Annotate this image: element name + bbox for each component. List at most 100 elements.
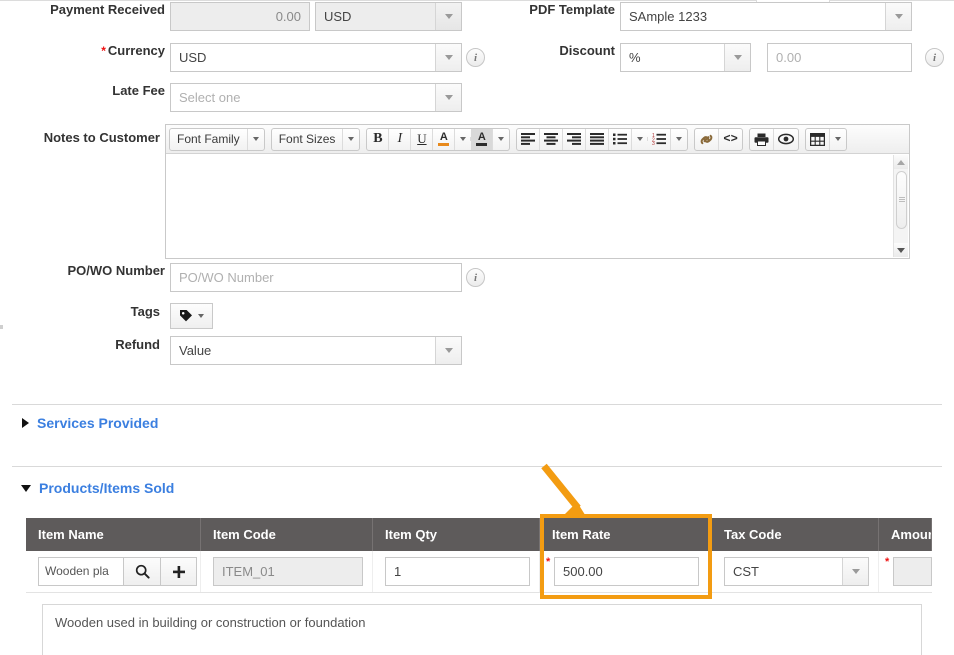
background-color-button[interactable]: A xyxy=(471,128,494,150)
section-title-products[interactable]: Products/Items Sold xyxy=(39,480,174,496)
underline-button[interactable]: U xyxy=(411,128,434,150)
text-format-group[interactable]: B I U A A xyxy=(366,127,511,151)
payment-received-label: Payment Received xyxy=(50,2,165,17)
amount-input[interactable] xyxy=(893,557,932,586)
item-description-input[interactable]: Wooden used in building or construction … xyxy=(42,604,922,655)
currency-label: Currency xyxy=(107,43,165,58)
alignment-group[interactable]: 123 xyxy=(516,127,689,151)
chevron-down-icon[interactable] xyxy=(632,137,649,141)
table-icon[interactable] xyxy=(806,128,830,150)
eye-icon[interactable] xyxy=(774,129,798,150)
align-left-icon[interactable] xyxy=(517,128,541,150)
chevron-down-icon[interactable] xyxy=(493,137,509,141)
chevron-down-icon[interactable] xyxy=(842,558,868,585)
cell-item-qty: 1 xyxy=(373,551,540,592)
divider-above-services xyxy=(12,404,942,405)
scrollbar-thumb[interactable] xyxy=(896,171,907,229)
notes-editor-scrollbar[interactable] xyxy=(893,155,908,257)
payment-received-input[interactable]: 0.00 xyxy=(170,2,310,31)
refund-value: Value xyxy=(179,343,212,358)
font-sizes-label[interactable]: Font Sizes xyxy=(272,128,344,150)
discount-label-wrap: Discount xyxy=(460,43,615,58)
align-right-icon[interactable] xyxy=(563,128,587,150)
italic-button[interactable]: I xyxy=(389,128,412,150)
section-services-provided[interactable]: Services Provided xyxy=(22,415,158,431)
refund-label: Refund xyxy=(115,337,160,352)
notes-editor-content[interactable] xyxy=(166,154,909,170)
text-color-button[interactable]: A xyxy=(433,128,456,150)
bullet-list-icon[interactable] xyxy=(609,128,633,150)
item-name-input[interactable]: Wooden pla xyxy=(38,557,123,586)
link-icon[interactable] xyxy=(695,128,720,150)
chevron-down-icon[interactable] xyxy=(671,137,687,141)
discount-amount-input[interactable] xyxy=(767,43,912,72)
insert-group[interactable]: <> xyxy=(694,127,743,151)
left-edge-marker xyxy=(0,325,3,329)
po-wo-number-input[interactable] xyxy=(170,263,462,292)
font-family-label[interactable]: Font Family xyxy=(170,128,248,150)
chevron-down-icon[interactable] xyxy=(343,137,359,141)
bold-button[interactable]: B xyxy=(367,128,390,150)
align-justify-icon[interactable] xyxy=(586,128,610,150)
chevron-down-icon[interactable] xyxy=(248,137,264,141)
table-group[interactable] xyxy=(804,127,847,151)
item-rate-input[interactable]: 500.00 xyxy=(554,557,699,586)
invoice-form-page: Payment Received 0.00 USD PDF Template S… xyxy=(0,0,954,655)
font-sizes-group[interactable]: Font Sizes xyxy=(270,127,361,151)
items-table-header-row: Item Name Item Code Item Qty Item Rate T… xyxy=(26,518,932,551)
tags-dropdown-button[interactable] xyxy=(170,303,213,329)
chevron-down-icon[interactable] xyxy=(435,3,461,30)
tax-code-select[interactable]: CST xyxy=(724,557,869,586)
late-fee-label-wrap: Late Fee xyxy=(0,83,165,98)
discount-type-value: % xyxy=(629,50,641,65)
chevron-down-icon[interactable] xyxy=(435,337,461,364)
cell-item-rate: * 500.00 xyxy=(540,551,712,592)
chevron-right-icon xyxy=(22,418,29,428)
scroll-up-arrow-icon[interactable] xyxy=(894,155,908,169)
section-title-services[interactable]: Services Provided xyxy=(37,415,158,431)
scroll-down-arrow-icon[interactable] xyxy=(894,243,908,257)
print-icon[interactable] xyxy=(750,128,774,150)
item-qty-input[interactable]: 1 xyxy=(385,557,530,586)
chevron-down-icon[interactable] xyxy=(885,3,911,30)
pdf-template-select[interactable]: SAmple 1233 xyxy=(620,2,912,31)
item-name-search-group[interactable]: Wooden pla xyxy=(38,557,197,586)
chevron-down-icon[interactable] xyxy=(724,44,750,71)
notes-editor-body[interactable] xyxy=(166,154,909,258)
late-fee-placeholder: Select one xyxy=(179,90,241,105)
refund-select[interactable]: Value xyxy=(170,336,462,365)
chevron-down-icon[interactable] xyxy=(435,84,461,111)
item-code-input[interactable]: ITEM_01 xyxy=(213,557,363,586)
search-icon[interactable] xyxy=(123,557,160,586)
section-products-items-sold[interactable]: Products/Items Sold xyxy=(21,480,174,496)
font-family-group[interactable]: Font Family xyxy=(169,127,265,151)
pdf-template-label: PDF Template xyxy=(529,2,615,17)
tags-label: Tags xyxy=(130,304,160,319)
currency-required-marker: * xyxy=(101,43,106,58)
source-code-icon[interactable]: <> xyxy=(719,129,741,150)
discount-type-select[interactable]: % xyxy=(620,43,751,72)
numbered-list-icon[interactable]: 123 xyxy=(648,128,672,150)
currency-select[interactable]: USD xyxy=(170,43,462,72)
chevron-down-icon[interactable] xyxy=(455,137,472,141)
column-header-item-name: Item Name xyxy=(26,518,201,551)
discount-info-icon[interactable]: i xyxy=(925,48,944,67)
po-wo-number-info-icon[interactable]: i xyxy=(466,268,485,287)
chevron-down-icon[interactable] xyxy=(830,137,846,141)
notes-label-wrap: Notes to Customer xyxy=(0,130,160,145)
chevron-down-icon[interactable] xyxy=(435,44,461,71)
payment-received-currency-value: USD xyxy=(324,9,352,24)
payment-received-label-wrap: Payment Received xyxy=(0,2,165,17)
late-fee-label: Late Fee xyxy=(112,83,165,98)
align-center-icon[interactable] xyxy=(540,128,564,150)
notes-rich-text-editor[interactable]: Font Family Font Sizes B I U A A 1 2 3 <… xyxy=(165,124,910,259)
column-header-item-code: Item Code xyxy=(201,518,373,551)
late-fee-select[interactable]: Select one xyxy=(170,83,462,112)
item-rate-required-marker: * xyxy=(546,556,551,568)
output-group[interactable] xyxy=(748,127,799,151)
editor-toolbar: Font Family Font Sizes B I U A A 1 2 3 <… xyxy=(166,125,909,154)
cell-item-name: Wooden pla xyxy=(26,551,201,592)
amount-required-marker: * xyxy=(885,556,890,568)
plus-icon[interactable] xyxy=(160,557,197,586)
payment-received-currency-select[interactable]: USD xyxy=(315,2,462,31)
